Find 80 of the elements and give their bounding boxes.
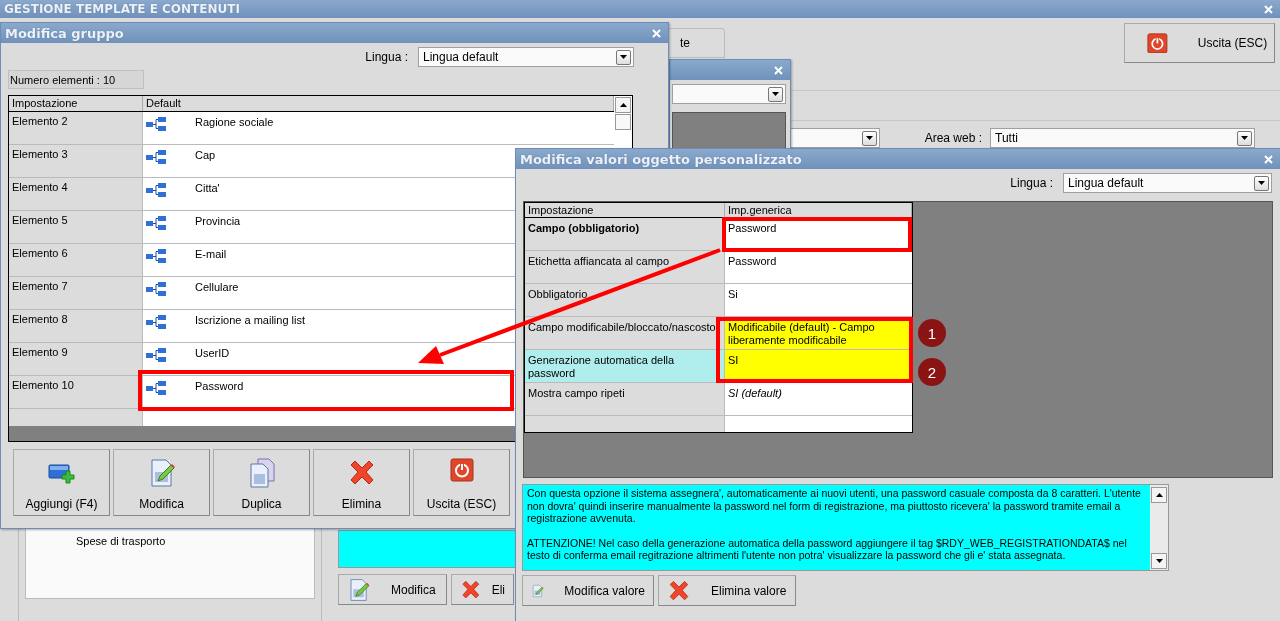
- toolbar-button[interactable]: Modifica: [113, 449, 210, 516]
- language-label: Lingua :: [365, 50, 408, 64]
- column-header: Impostazione: [9, 96, 143, 111]
- table-cell[interactable]: Etichetta affiancata al campo: [525, 251, 725, 283]
- hierarchy-icon: [145, 248, 167, 264]
- hierarchy-icon: [145, 347, 167, 363]
- table-cell: Cap: [195, 149, 216, 161]
- hierarchy-icon: [145, 380, 167, 396]
- table-cell: Elemento 8: [9, 310, 143, 342]
- table-cell: Elemento 7: [9, 277, 143, 309]
- edit-document-icon: [347, 577, 371, 602]
- toolbar-button[interactable]: Modifica valore: [522, 575, 654, 606]
- toolbar-button[interactable]: Eli: [451, 574, 514, 605]
- table-cell: Elemento 10: [9, 376, 143, 408]
- column-header: Default: [143, 96, 614, 111]
- hierarchy-icon: [145, 116, 167, 132]
- table-cell: Password: [195, 380, 244, 392]
- delete-x-icon: [667, 578, 691, 603]
- table-cell: Elemento 3: [9, 145, 143, 177]
- toolbar-button[interactable]: Elimina: [313, 449, 410, 516]
- table-cell: UserID: [195, 347, 230, 359]
- caret-icon: [768, 86, 783, 102]
- hierarchy-icon: [145, 182, 167, 198]
- table-cell: Ragione sociale: [195, 116, 274, 128]
- dialog-title: Modifica valori oggetto personalizzato: [520, 151, 802, 167]
- toolbar-button[interactable]: Aggiungi (F4): [13, 449, 110, 516]
- caret-icon: [1254, 175, 1269, 191]
- area-web-select[interactable]: Tutti: [990, 128, 1255, 148]
- description-text: ATTENZIONE! Nel caso della generazione automatica della password aggiungere il tag $RDY_WEB_REGISTRATIONDATA$ nel testo di conferma email regitrazione altrimenti l'utente non potra' visualizzare la password che gli e' stata assegnata.: [527, 536, 1128, 562]
- table-cell: E-mail: [195, 248, 227, 260]
- exit-button[interactable]: Uscita (ESC): [1124, 23, 1275, 63]
- table-cell: Citta': [195, 182, 220, 194]
- table-cell[interactable]: Mostra campo ripeti: [525, 383, 725, 415]
- area-web-label: Area web :: [924, 131, 982, 145]
- hierarchy-icon: [145, 215, 167, 231]
- power-icon: [1147, 32, 1168, 54]
- table-cell: Elemento 5: [9, 211, 143, 243]
- table-cell[interactable]: SI: [725, 350, 912, 382]
- toolbar-button[interactable]: Duplica: [213, 449, 310, 516]
- table-cell: Elemento 2: [9, 112, 143, 144]
- table-cell: Elemento 4: [9, 178, 143, 210]
- hierarchy-icon: [145, 281, 167, 297]
- language-select[interactable]: [672, 84, 786, 104]
- up-arrow-icon: [1155, 493, 1163, 497]
- dialog-title: Modifica gruppo: [5, 25, 124, 41]
- table-cell[interactable]: Campo (obbligatorio): [525, 218, 725, 250]
- scroll-up-button[interactable]: [1151, 487, 1167, 503]
- language-select[interactable]: Lingua default: [418, 47, 634, 67]
- scroll-up-button[interactable]: [615, 97, 631, 113]
- power-icon: [449, 458, 474, 482]
- table-cell: Elemento 9: [9, 343, 143, 375]
- down-arrow-icon: [1155, 559, 1163, 563]
- filter-select[interactable]: [790, 128, 880, 148]
- table-cell: Iscrizione a mailing list: [195, 314, 306, 326]
- caret-icon: [1237, 130, 1252, 146]
- column-header: Imp.generica: [725, 203, 912, 218]
- up-arrow-icon: [619, 103, 627, 107]
- table-cell: Elemento 6: [9, 244, 143, 276]
- table-cell: Cellulare: [195, 281, 239, 293]
- description-text: Con questa opzione il sistema assegnera', automaticamente ai nuovi utenti, una password casuale composta da 8 caratteri. L'utente non dovra' quindi inserire manualmente la password nel form di registrazione, ma piuttosto ricevera' la password tramite email a registrazione avvenuta.: [527, 487, 1142, 525]
- language-label: Lingua :: [1010, 176, 1053, 190]
- hierarchy-icon: [145, 314, 167, 330]
- toolbar-button[interactable]: Modifica: [338, 574, 447, 605]
- element-count: Numero elementi : 10: [8, 70, 144, 89]
- tab[interactable]: te: [670, 28, 725, 58]
- toolbar-button[interactable]: Uscita (ESC): [413, 449, 510, 516]
- table-cell[interactable]: Generazione automatica della password: [525, 350, 725, 382]
- scroll-down-button[interactable]: [1151, 553, 1167, 569]
- window-title: GESTIONE TEMPLATE E CONTENUTI: [4, 2, 240, 16]
- scrollbar[interactable]: [1150, 485, 1168, 570]
- caret-icon: [616, 49, 631, 65]
- table-cell[interactable]: Obbligatorio: [525, 284, 725, 316]
- toolbar-button[interactable]: Elimina valore: [658, 575, 796, 606]
- caret-icon: [862, 130, 877, 146]
- table-cell[interactable]: Campo modificabile/bloccato/nascosto: [525, 317, 725, 349]
- tree-item[interactable]: Spese di trasporto: [76, 535, 166, 547]
- scroll-thumb[interactable]: [615, 114, 631, 130]
- hierarchy-icon: [145, 149, 167, 165]
- table-cell: Provincia: [195, 215, 241, 227]
- language-select[interactable]: Lingua default: [1063, 173, 1272, 193]
